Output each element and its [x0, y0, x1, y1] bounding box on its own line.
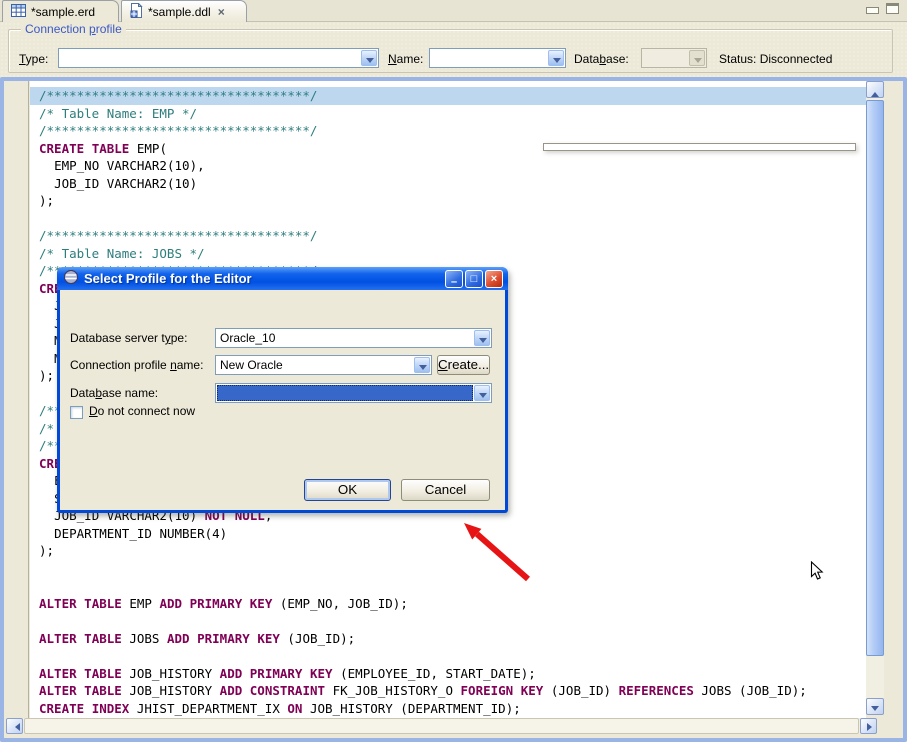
editor-tab-bar: *sample.erd *sample.ddl ×: [0, 0, 907, 22]
tab-label: *sample.erd: [31, 5, 95, 19]
code-line[interactable]: CREATE INDEX JHIST_DEPARTMENT_IX ON JOB_…: [30, 700, 866, 718]
database-label: Database:: [574, 52, 629, 66]
code-line[interactable]: );: [30, 192, 866, 210]
annotation-ruler: [4, 81, 29, 718]
connection-profile-group: Connection profile Type: Name: Database:…: [8, 29, 893, 73]
tab-sample-erd[interactable]: *sample.erd: [2, 0, 119, 22]
scroll-right-icon[interactable]: [860, 718, 877, 734]
red-annotation-arrow: [452, 515, 547, 593]
code-line[interactable]: ALTER TABLE JOB_HISTORY ADD CONSTRAINT F…: [30, 682, 866, 700]
code-line[interactable]: [30, 560, 866, 578]
maximize-view-icon[interactable]: [886, 3, 899, 14]
create-button[interactable]: Create...: [437, 355, 490, 375]
dialog-body: Database server type: Oracle_10 Connecti…: [60, 290, 505, 510]
cancel-button[interactable]: Cancel: [401, 479, 490, 501]
connection-profile-panel: Connection profile Type: Name: Database:…: [0, 22, 907, 77]
code-line[interactable]: JOB_ID VARCHAR2(10): [30, 175, 866, 193]
scroll-up-icon[interactable]: [866, 81, 884, 98]
profile-name-combo[interactable]: New Oracle: [215, 355, 432, 375]
chevron-down-icon[interactable]: [474, 385, 490, 401]
server-type-label: Database server type:: [70, 331, 187, 345]
code-line[interactable]: /* Table Name: EMP */: [30, 105, 866, 123]
horizontal-scrollbar[interactable]: [6, 718, 877, 734]
vertical-scrollbar-thumb[interactable]: [866, 100, 884, 656]
database-name-combo[interactable]: [215, 383, 492, 403]
group-title: Connection profile: [21, 22, 126, 36]
dialog-titlebar[interactable]: Select Profile for the Editor – □ ×: [57, 267, 508, 290]
code-line[interactable]: [30, 210, 866, 228]
code-line[interactable]: );: [30, 542, 866, 560]
name-combo[interactable]: [429, 48, 566, 68]
code-line[interactable]: [30, 577, 866, 595]
code-line[interactable]: /***********************************/: [30, 227, 866, 245]
code-line[interactable]: ALTER TABLE JOB_HISTORY ADD PRIMARY KEY …: [30, 665, 866, 683]
dialog-minimize-icon[interactable]: –: [445, 270, 463, 288]
status-text: Status: Disconnected: [719, 52, 832, 66]
ok-button[interactable]: OK: [304, 479, 391, 501]
dialog-title: Select Profile for the Editor: [84, 271, 443, 286]
mouse-cursor-icon: [810, 561, 825, 585]
horizontal-scrollbar-thumb[interactable]: [24, 718, 859, 734]
select-profile-dialog: Select Profile for the Editor – □ × Data…: [57, 267, 508, 513]
code-line[interactable]: [30, 612, 866, 630]
code-line[interactable]: ALTER TABLE JOBS ADD PRIMARY KEY (JOB_ID…: [30, 630, 866, 648]
code-line[interactable]: /***********************************/: [30, 87, 866, 105]
eclipse-icon: [63, 269, 79, 288]
database-combo: [641, 48, 707, 68]
ddl-file-icon: [130, 3, 143, 21]
type-combo[interactable]: [58, 48, 379, 68]
tab-sample-ddl[interactable]: *sample.ddl ×: [121, 0, 247, 22]
code-line[interactable]: DEPARTMENT_ID NUMBER(4): [30, 525, 866, 543]
scroll-down-icon[interactable]: [866, 698, 884, 715]
table-icon: [11, 4, 26, 20]
do-not-connect-label: Do not connect now: [89, 404, 195, 418]
do-not-connect-checkbox[interactable]: [70, 406, 83, 419]
database-name-label: Database name:: [70, 386, 158, 400]
chevron-down-icon[interactable]: [548, 50, 564, 66]
chevron-down-icon: [689, 50, 705, 66]
tab-label: *sample.ddl: [148, 5, 211, 19]
scroll-left-icon[interactable]: [6, 718, 23, 734]
server-type-combo[interactable]: Oracle_10: [215, 328, 492, 348]
type-label: Type:: [19, 52, 48, 66]
name-label: Name:: [388, 52, 423, 66]
profile-name-label: Connection profile name:: [70, 358, 203, 372]
dialog-close-icon[interactable]: ×: [485, 270, 503, 288]
close-icon[interactable]: ×: [218, 5, 225, 19]
selected-empty-value: [217, 385, 473, 401]
chevron-down-icon[interactable]: [414, 357, 430, 373]
chevron-down-icon[interactable]: [474, 330, 490, 346]
eclipse-ddl-editor-window: { "tabs": [ { "label": "*sample.erd", "i…: [0, 0, 907, 742]
code-line[interactable]: EMP_NO VARCHAR2(10),: [30, 157, 866, 175]
code-line[interactable]: ALTER TABLE EMP ADD PRIMARY KEY (EMP_NO,…: [30, 595, 866, 613]
vertical-scrollbar[interactable]: [866, 81, 884, 715]
chevron-down-icon[interactable]: [361, 50, 377, 66]
code-line[interactable]: [30, 647, 866, 665]
code-line[interactable]: /* Table Name: JOBS */: [30, 245, 866, 263]
minimize-view-icon[interactable]: [866, 7, 879, 14]
dialog-maximize-icon[interactable]: □: [465, 270, 483, 288]
editor-context-menu: [543, 143, 856, 151]
code-line[interactable]: /***********************************/: [30, 122, 866, 140]
